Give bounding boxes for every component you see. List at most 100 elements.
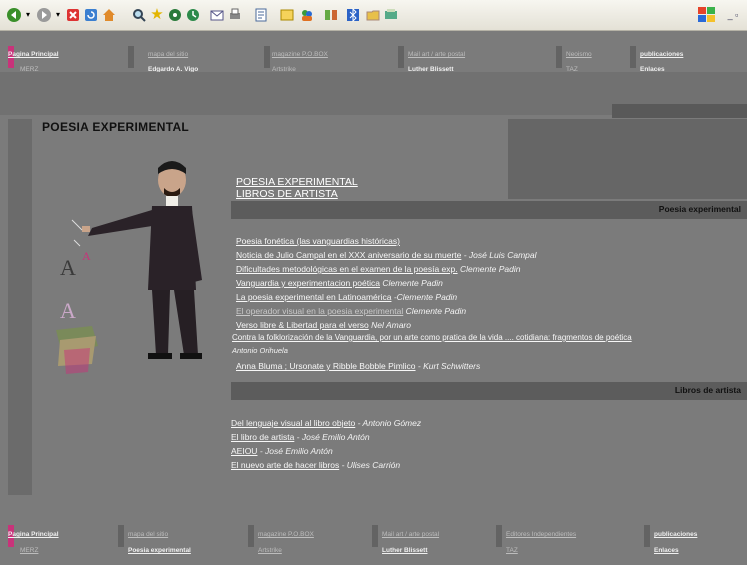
nav-bar	[248, 525, 254, 547]
list-item: Poesia fonética (las vanguardias históri…	[236, 236, 400, 246]
article-link[interactable]: Del lenguaje visual al libro objeto	[231, 418, 355, 428]
nav-link-mail-art[interactable]: Mail art / arte postal	[408, 51, 465, 58]
nav-link-pagina-principal[interactable]: Pagina Principal	[8, 51, 59, 58]
author: Clemente Padin	[379, 278, 443, 288]
nav-link-publicaciones[interactable]: publicaciones	[640, 51, 683, 58]
article-link[interactable]: Contra la folklorización de la Vanguardi…	[232, 333, 632, 342]
research-icon[interactable]	[322, 7, 340, 23]
chevron-down-icon[interactable]: ▾	[24, 7, 32, 23]
list-item: El nuevo arte de hacer libros - Ulises C…	[231, 460, 400, 470]
decor-block	[612, 104, 747, 118]
list-item: Dificultades metodológicas en el examen …	[236, 264, 520, 274]
footer-link-mail-art[interactable]: Mail art / arte postal	[382, 531, 439, 538]
print-icon[interactable]	[228, 7, 242, 23]
list-item: El operador visual en la poesia experime…	[236, 306, 466, 316]
footer-link-publicaciones[interactable]: publicaciones	[654, 531, 697, 538]
nav-bar	[556, 46, 562, 68]
article-link[interactable]: El operador visual en la poesia experime…	[236, 306, 403, 316]
footer-link-luther-blissett[interactable]: Luther Blissett	[382, 547, 428, 554]
refresh-icon[interactable]	[82, 7, 100, 23]
page-title: POESIA EXPERIMENTAL	[42, 120, 190, 134]
author: - José Luis Campal	[461, 250, 537, 260]
author: - Kurt Schwitters	[415, 361, 481, 371]
section-header-poesia: Poesia experimental	[231, 201, 747, 219]
nav-bar	[644, 525, 650, 547]
mail-icon[interactable]	[208, 7, 226, 23]
search-icon[interactable]	[130, 7, 148, 23]
hero-illustration: A A A	[52, 150, 232, 380]
folder-icon[interactable]	[364, 7, 382, 23]
article-link[interactable]: Poesia fonética (las vanguardias históri…	[236, 236, 400, 246]
footer-link-poesia-experimental[interactable]: Poesia experimental	[128, 547, 191, 554]
left-column	[8, 119, 32, 495]
back-icon[interactable]	[4, 7, 24, 23]
article-link[interactable]: Vanguardia y experimentacion poética	[236, 278, 380, 288]
chevron-down-icon[interactable]: ▾	[54, 7, 62, 23]
list-item: La poesia experimental en Latinoamérica …	[236, 292, 457, 302]
history-icon[interactable]	[184, 7, 202, 23]
window-controls[interactable]: _ ▫	[722, 7, 744, 23]
author: - José Emilio Antón	[294, 432, 370, 442]
footer-link-merz[interactable]: MERZ	[20, 547, 38, 554]
author: -Clemente Padin	[391, 292, 458, 302]
browser-toolbar: ▾ ▾ ★ _ ▫	[0, 0, 747, 31]
hero-link-libros[interactable]: LIBROS DE ARTISTA	[236, 188, 338, 200]
article-link[interactable]: Dificultades metodológicas en el examen …	[236, 264, 458, 274]
nav-bar	[264, 46, 270, 68]
section-title: Libros de artista	[674, 385, 741, 395]
nav-bar	[496, 525, 502, 547]
author: Clemente Padin	[403, 306, 467, 316]
nav-bar	[398, 46, 404, 68]
nav-bar	[128, 46, 134, 68]
media-icon[interactable]	[166, 7, 184, 23]
author: Nel Amaro	[368, 320, 411, 330]
author: - Antonio Gómez	[355, 418, 422, 428]
footer-link-enlaces[interactable]: Enlaces	[654, 547, 679, 554]
favorites-icon[interactable]: ★	[148, 7, 166, 23]
hero-right-block	[508, 119, 747, 199]
article-link[interactable]: El libro de artista	[231, 432, 294, 442]
home-icon[interactable]	[100, 7, 118, 23]
messenger-icon[interactable]	[298, 7, 316, 23]
windows-logo	[696, 7, 718, 23]
bluetooth-icon[interactable]	[344, 7, 362, 23]
author: Clemente Padin	[457, 264, 521, 274]
article-link[interactable]: Anna Bluma ; Ursonate y Ribble Bobble Pi…	[236, 361, 416, 371]
footer-nav: Pagina Principal mapa del sitio magazine…	[0, 525, 747, 560]
footer-link-taz[interactable]: TAZ	[506, 547, 518, 554]
footer-link-artstrike[interactable]: Artstrike	[258, 547, 282, 554]
list-item: Anna Bluma ; Ursonate y Ribble Bobble Pi…	[236, 361, 480, 371]
author: Antonio Orihuela	[232, 346, 288, 355]
list-item: Verso libre & Libertad para el verso Nel…	[236, 320, 411, 330]
list-item: Vanguardia y experimentacion poética Cle…	[236, 278, 443, 288]
discuss-icon[interactable]	[278, 7, 296, 23]
list-item: Antonio Orihuela	[232, 346, 288, 355]
footer-link-pagina-principal[interactable]: Pagina Principal	[8, 531, 59, 538]
translate-icon[interactable]	[382, 7, 400, 23]
author: - Ulises Carrión	[339, 460, 401, 470]
hero-link-poesia[interactable]: POESIA EXPERIMENTAL	[236, 176, 358, 188]
list-item: AEIOU - José Emilio Antón	[231, 446, 333, 456]
svg-text:A: A	[60, 255, 76, 280]
svg-text:A: A	[82, 249, 91, 263]
list-item: Noticia de Julio Campal en el XXX aniver…	[236, 250, 537, 260]
footer-link-magazine[interactable]: magazine P.O.BOX	[258, 531, 314, 538]
footer-link-mapa[interactable]: mapa del sitio	[128, 531, 168, 538]
section-header-libros: Libros de artista	[231, 382, 747, 400]
footer-link-editores[interactable]: Editores Independientes	[506, 531, 576, 538]
edit-icon[interactable]	[252, 7, 270, 23]
nav-link-neoismo[interactable]: Neoismo	[566, 51, 592, 58]
list-item: Del lenguaje visual al libro objeto - An…	[231, 418, 421, 428]
article-link[interactable]: AEIOU	[231, 446, 257, 456]
stop-icon[interactable]	[64, 7, 82, 23]
article-link[interactable]: El nuevo arte de hacer libros	[231, 460, 339, 470]
nav-link-magazine[interactable]: magazine P.O.BOX	[272, 51, 328, 58]
nav-bar	[372, 525, 378, 547]
forward-icon[interactable]	[34, 7, 54, 23]
svg-text:A: A	[60, 298, 76, 323]
article-link[interactable]: La poesia experimental en Latinoamérica	[236, 292, 391, 302]
article-link[interactable]: Verso libre & Libertad para el verso	[236, 320, 369, 330]
nav-link-mapa[interactable]: mapa del sitio	[148, 51, 188, 58]
article-link[interactable]: Noticia de Julio Campal en el XXX aniver…	[236, 250, 461, 260]
nav-bar	[118, 525, 124, 547]
